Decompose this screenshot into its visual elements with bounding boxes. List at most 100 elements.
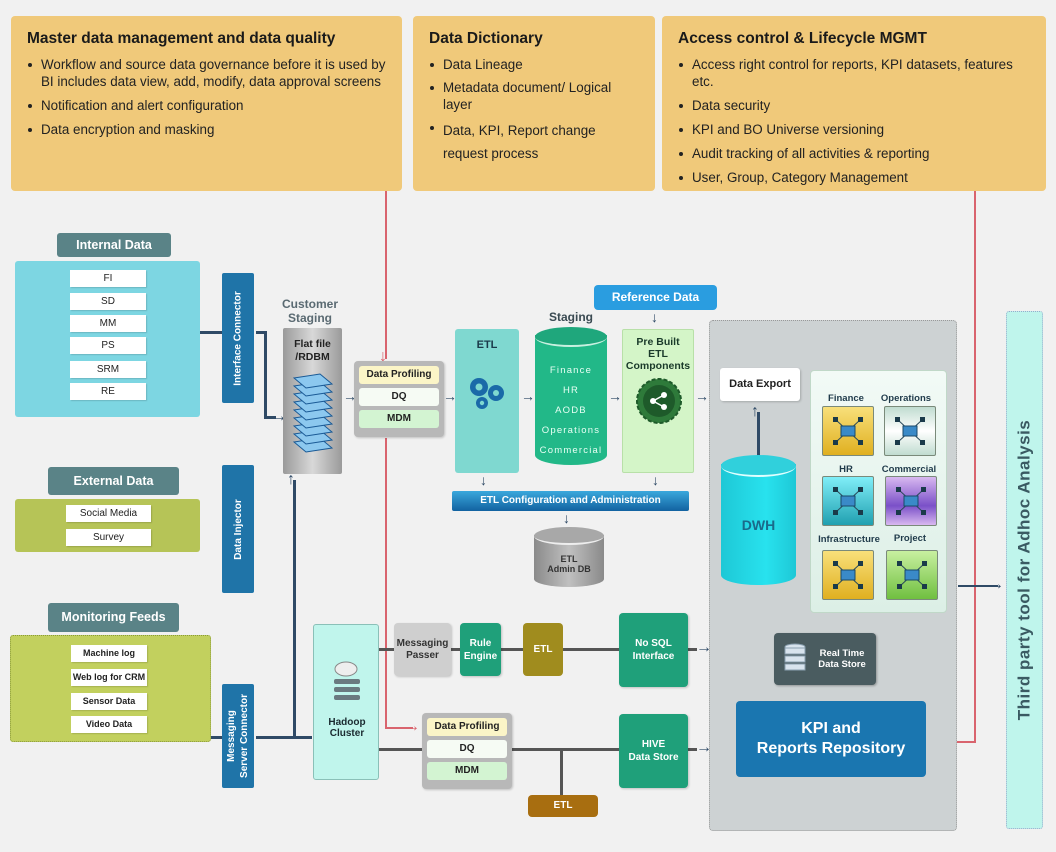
prebuilt-etl-title: Pre Built ETL Components: [625, 336, 691, 372]
staging-item: Commercial: [539, 445, 603, 456]
monitoring-feeds-header: Monitoring Feeds: [48, 603, 179, 632]
operations-mart-icon: [884, 406, 936, 456]
arrow-up-icon: ↑: [751, 403, 759, 420]
hadoop-cluster-label: Hadoop Cluster: [328, 717, 366, 739]
kpi-reports-repository: KPI and Reports Repository: [736, 701, 926, 777]
arrow-right-icon: →: [608, 388, 622, 404]
hr-mart-icon: [822, 476, 874, 526]
mdm-bullet: Data encryption and masking: [28, 121, 388, 138]
staging-cylinder: Finance HR AODB Operations Commercial: [535, 327, 607, 473]
staging-item: HR: [562, 385, 580, 396]
access-bullet: Data security: [679, 97, 1032, 114]
messaging-server-connector: Messaging Server Connector: [222, 684, 254, 788]
mart-label-commercial: Commercial: [881, 464, 937, 475]
data-quality-block: Data Profiling DQ MDM: [354, 361, 444, 437]
governance-line-left: [385, 191, 387, 359]
hadoop-cluster: Hadoop Cluster: [313, 624, 379, 780]
arrow-right-icon: →: [695, 388, 709, 404]
etl-drop-line: [560, 750, 563, 795]
messaging-passer: Messaging Passer: [394, 623, 451, 676]
stream-etl: ETL: [523, 623, 563, 676]
share-gear-icon: [636, 378, 682, 424]
source-item-mm: MM: [70, 315, 146, 332]
project-mart-icon: [886, 550, 938, 600]
messaging-up-line: [293, 480, 296, 738]
kpi-label-line1: KPI and: [801, 720, 861, 737]
etl-config-bar: ETL Configuration and Administration: [452, 491, 689, 511]
etl-admin-db: ETL Admin DB: [534, 527, 604, 589]
access-control-panel: Access control & Lifecycle MGMT Access r…: [662, 16, 1046, 191]
messaging-connector-label: Messaging Server Connector: [226, 694, 251, 778]
source-item-sd: SD: [70, 293, 146, 310]
staging-items: Finance HR AODB Operations Commercial: [535, 361, 607, 461]
source-item-machine-log: Machine log: [71, 645, 147, 662]
staging-item: AODB: [555, 405, 587, 416]
prebuilt-etl-box: Pre Built ETL Components: [622, 329, 694, 473]
source-item-survey: Survey: [66, 529, 151, 546]
source-item-web-log: Web log for CRM: [71, 669, 147, 686]
external-data-header: External Data: [48, 467, 179, 495]
data-injector-label: Data Injector: [232, 498, 244, 560]
governance-line-right: [974, 191, 976, 743]
hive-data-store: HIVE Data Store: [619, 714, 688, 788]
mdm-bullet: Notification and alert configuration: [28, 97, 388, 114]
dwh-label: DWH: [741, 517, 776, 533]
finance-mart-icon: [822, 406, 874, 456]
reference-data-box: Reference Data: [594, 285, 717, 310]
database-icon: [784, 643, 806, 671]
flat-file-rdbm-box: Flat file/RDBM: [283, 328, 342, 474]
data-quality-block-lower: Data Profiling DQ MDM: [422, 713, 512, 789]
gears-icon: [470, 378, 504, 409]
infrastructure-mart-icon: [822, 550, 874, 600]
third-party-tool-bar: Third party tool for Adhoc Analysis: [1006, 311, 1043, 829]
source-item-srm: SRM: [70, 361, 146, 378]
internal-data-header: Internal Data: [57, 233, 171, 257]
arrow-up-icon: ↑: [287, 471, 295, 488]
messaging-to-hadoop-line: [256, 736, 312, 739]
arrow-right-icon: →: [696, 739, 712, 756]
access-bullet: User, Group, Category Management: [679, 169, 1032, 186]
realtime-data-store-label: Real Time Data Store: [818, 648, 866, 670]
arrow-right-icon: →: [521, 388, 535, 404]
source-item-sensor-data: Sensor Data: [71, 693, 147, 710]
nosql-interface: No SQL Interface: [619, 613, 688, 687]
etl-box: ETL: [455, 329, 519, 473]
interface-connector-label: Interface Connector: [232, 290, 244, 386]
mart-label-finance: Finance: [828, 393, 864, 404]
etl-title: ETL: [476, 339, 498, 351]
third-party-label: Third party tool for Adhoc Analysis: [1014, 419, 1034, 721]
mart-label-project: Project: [893, 533, 927, 544]
staging-item: Operations: [541, 425, 601, 436]
source-item-social-media: Social Media: [66, 505, 151, 522]
data-profiling-label: Data Profiling: [427, 718, 507, 736]
arrow-right-icon: →: [988, 576, 1004, 593]
dictionary-bullet: Metadata document/ Logical layer: [430, 79, 641, 113]
arrow-down-icon: ↓: [563, 510, 570, 526]
dictionary-bullet: Data Lineage: [430, 56, 641, 73]
dq-label: DQ: [427, 740, 507, 758]
arrow-down-icon: ↓: [480, 472, 487, 488]
source-item-fi: FI: [70, 270, 146, 287]
customer-staging-title: Customer Staging: [281, 297, 338, 325]
hadoop-elephant-icon: [334, 661, 360, 700]
staging-title: Staging: [549, 310, 593, 324]
realtime-data-store: Real Time Data Store: [774, 633, 876, 685]
access-bullet: Access right control for reports, KPI da…: [679, 56, 1032, 90]
access-bullet: Audit tracking of all activities & repor…: [679, 145, 1032, 162]
mdm-panel-title: Master data management and data quality: [27, 30, 336, 47]
kpi-label-line2: Reports Repository: [756, 740, 906, 757]
source-item-video-data: Video Data: [71, 716, 147, 733]
data-export-box: Data Export: [720, 368, 800, 401]
arrow-right-icon: →: [696, 639, 712, 656]
stacked-files-icon: [292, 373, 334, 453]
data-injector: Data Injector: [222, 465, 254, 593]
mdm-panel: Master data management and data quality …: [11, 16, 402, 191]
data-dictionary-panel: Data Dictionary Data Lineage Metadata do…: [413, 16, 655, 191]
commercial-mart-icon: [885, 476, 937, 526]
source-item-re: RE: [70, 383, 146, 400]
mart-label-infrastructure: Infrastructure: [818, 534, 880, 545]
connector-to-staging-line-v: [264, 331, 267, 419]
mdm-label: MDM: [427, 762, 507, 780]
mart-label-operations: Operations: [880, 393, 932, 404]
rule-engine: Rule Engine: [460, 623, 501, 676]
